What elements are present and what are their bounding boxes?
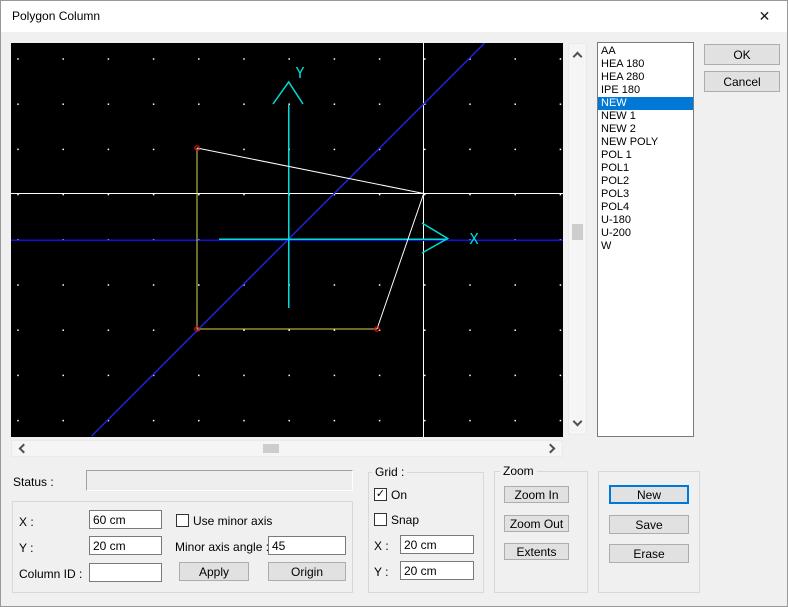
list-item[interactable]: POL3	[598, 188, 693, 201]
svg-text:Y: Y	[295, 64, 304, 82]
apply-button[interactable]: Apply	[179, 562, 249, 581]
list-item[interactable]: POL 1	[598, 149, 693, 162]
list-item[interactable]: POL4	[598, 201, 693, 214]
chevron-up-icon	[573, 52, 583, 62]
column-id-input[interactable]	[89, 563, 162, 582]
drawing-canvas[interactable]: XY	[11, 43, 563, 437]
status-field	[86, 470, 353, 491]
list-item[interactable]: NEW	[598, 97, 693, 110]
grid-on-checkbox[interactable]: ✓	[374, 488, 387, 501]
list-item[interactable]: AA	[598, 45, 693, 58]
origin-button[interactable]: Origin	[268, 562, 346, 581]
chevron-right-icon	[546, 444, 556, 454]
vscroll-thumb[interactable]	[572, 224, 583, 240]
list-item[interactable]: IPE 180	[598, 84, 693, 97]
zoom-out-button[interactable]: Zoom Out	[504, 515, 569, 532]
grid-on-label: On	[391, 488, 407, 502]
grid-x-label: X :	[374, 539, 389, 553]
save-button[interactable]: Save	[609, 515, 689, 534]
canvas-drawing: XY	[11, 43, 563, 437]
grid-y-input[interactable]	[400, 561, 474, 580]
hscroll-right-button[interactable]	[545, 441, 560, 456]
dialog-title: Polygon Column	[12, 9, 100, 23]
extents-button[interactable]: Extents	[504, 543, 569, 560]
zoom-group-label: Zoom	[500, 464, 537, 478]
grid-x-input[interactable]	[400, 535, 474, 554]
minor-axis-angle-label: Minor axis angle :	[175, 540, 269, 554]
svg-text:X: X	[469, 230, 478, 248]
list-item[interactable]: W	[598, 240, 693, 253]
list-item[interactable]: NEW 1	[598, 110, 693, 123]
chevron-left-icon	[19, 444, 29, 454]
list-item[interactable]: NEW POLY	[598, 136, 693, 149]
hscroll-left-button[interactable]	[14, 441, 29, 456]
y-label: Y :	[19, 541, 33, 555]
zoom-in-button[interactable]: Zoom In	[504, 486, 569, 503]
list-item[interactable]: U-180	[598, 214, 693, 227]
x-label: X :	[19, 515, 34, 529]
cancel-button[interactable]: Cancel	[704, 71, 780, 92]
use-minor-axis-label: Use minor axis	[193, 514, 272, 528]
status-label: Status :	[13, 475, 54, 489]
list-item[interactable]: NEW 2	[598, 123, 693, 136]
close-button[interactable]: ✕	[742, 1, 787, 32]
erase-button[interactable]: Erase	[609, 544, 689, 563]
minor-axis-angle-input[interactable]	[268, 536, 346, 555]
list-item[interactable]: U-200	[598, 227, 693, 240]
ok-button[interactable]: OK	[704, 44, 780, 65]
vscroll-up-button[interactable]	[570, 47, 585, 62]
grid-snap-label: Snap	[391, 513, 419, 527]
list-item[interactable]: HEA 280	[598, 71, 693, 84]
column-id-label: Column ID :	[19, 567, 82, 581]
list-item[interactable]: POL2	[598, 175, 693, 188]
hscroll-thumb[interactable]	[263, 444, 279, 453]
y-input[interactable]	[89, 536, 162, 555]
profile-list[interactable]: AAHEA 180HEA 280IPE 180NEWNEW 1NEW 2NEW …	[597, 42, 694, 437]
chevron-down-icon	[573, 417, 583, 427]
list-item[interactable]: POL1	[598, 162, 693, 175]
grid-group-label: Grid :	[372, 465, 407, 479]
polygon-column-dialog: Polygon Column ✕ XY AAHEA 180HEA 280IPE …	[0, 0, 788, 607]
list-item[interactable]: HEA 180	[598, 58, 693, 71]
horizontal-scrollbar[interactable]	[11, 440, 563, 457]
vscroll-down-button[interactable]	[570, 416, 585, 431]
new-button[interactable]: New	[609, 485, 689, 504]
close-icon: ✕	[759, 8, 771, 25]
vertical-scrollbar[interactable]	[568, 43, 587, 435]
title-bar: Polygon Column ✕	[1, 1, 787, 32]
grid-y-label: Y :	[374, 565, 388, 579]
x-input[interactable]	[89, 510, 162, 529]
use-minor-axis-checkbox[interactable]	[176, 514, 189, 527]
grid-snap-checkbox[interactable]	[374, 513, 387, 526]
